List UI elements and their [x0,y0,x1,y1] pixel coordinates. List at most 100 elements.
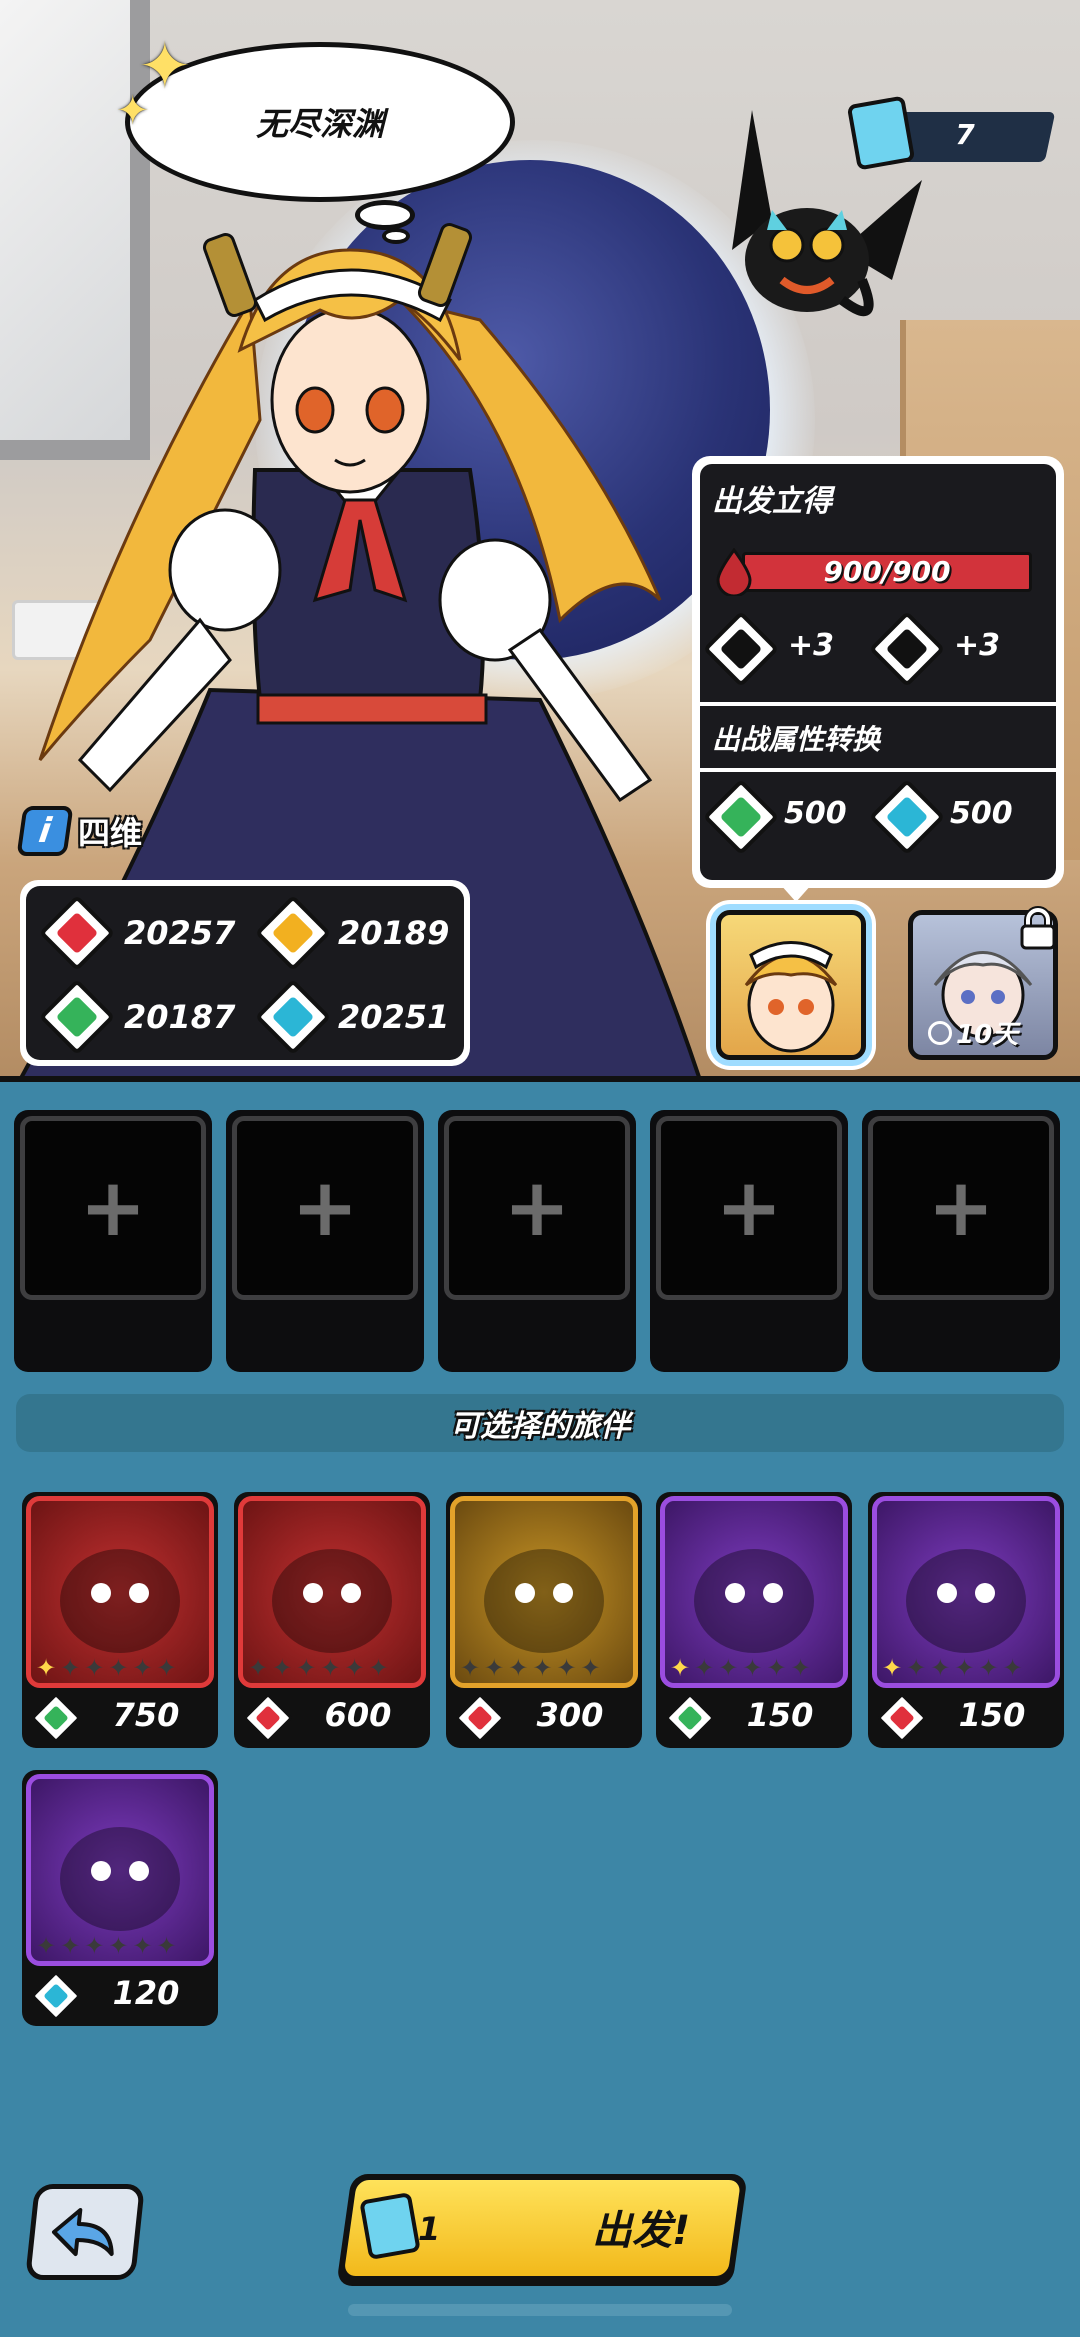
star-icon: ✦ [36,1654,57,1682]
four-dim-label: 四维 [78,814,143,852]
team-slot[interactable]: + [862,1110,1060,1372]
companion-value: 150 [746,1696,814,1734]
depart-label: 出发! [592,2208,691,2254]
clock-icon [928,1020,952,1045]
departure-reward-panel: 出发立得 900/900 +3 +3 出战属性转换 500 500 [692,456,1064,888]
back-arrow-icon [51,2208,114,2256]
star-icon: ✦ [766,1654,787,1682]
companion-card-wolf-beast[interactable]: ✦ ✦ ✦ ✦ ✦ ✦ 150 [868,1492,1064,1748]
star-icon: ✦ [272,1654,293,1682]
star-icon: ✦ [60,1932,81,1960]
cyan-stat-value: 20251 [338,998,450,1036]
add-icon: + [291,1161,359,1254]
star-icon: ✦ [954,1654,975,1682]
add-icon: + [503,1161,571,1254]
star-rating: ✦ ✦ ✦ ✦ ✦ ✦ [666,1654,842,1682]
game-screen: 无尽深渊 ✦ ✦ 7 出发立得 900/900 +3 +3 出战属性转换 500… [0,0,1080,2337]
star-icon: ✦ [60,1654,81,1682]
companion-card-dark-dragon[interactable]: ✦ ✦ ✦ ✦ ✦ ✦ 750 [22,1492,218,1748]
panel-pointer [780,884,812,902]
red-attr-icon [242,1692,294,1744]
companion-card-yellow-mask[interactable]: ✦ ✦ ✦ ✦ ✦ ✦ 300 [446,1492,642,1748]
star-icon: ✦ [670,1654,691,1682]
star-rating: ✦ ✦ ✦ ✦ ✦ ✦ [456,1654,632,1682]
team-slot[interactable]: + [226,1110,424,1372]
star-icon: ✦ [882,1654,903,1682]
four-dim-header: i 四维 [16,806,143,856]
companion-card-green-dragon[interactable]: ✦ ✦ ✦ ✦ ✦ ✦ 600 [234,1492,430,1748]
green-attr-icon [30,1692,82,1744]
hero-scene: 无尽深渊 ✦ ✦ 7 出发立得 900/900 +3 +3 出战属性转换 500… [0,0,1080,1080]
add-icon: + [927,1161,995,1254]
info-icon[interactable]: i [16,806,74,856]
star-rating: ✦ ✦ ✦ ✦ ✦ ✦ [878,1654,1054,1682]
star-icon: ✦ [36,1932,57,1960]
star-rating: ✦ ✦ ✦ ✦ ✦ ✦ [244,1654,420,1682]
green-attr-icon [664,1692,716,1744]
star-icon: ✦ [790,1654,811,1682]
character-select-tohru[interactable] [716,910,866,1060]
star-icon: ✦ [84,1932,105,1960]
star-icon: ✦ [532,1654,553,1682]
slot-frame: + [232,1116,418,1300]
cyan-conversion-value: 500 [950,796,1013,831]
star-icon: ✦ [1002,1654,1023,1682]
ticket-cost: 1 [418,2210,441,2248]
attack-bonus: +3 [788,628,835,663]
star-icon: ✦ [368,1654,389,1682]
sparkle-icon: ✦ [116,88,150,134]
red-attr-icon [454,1692,506,1744]
star-icon: ✦ [556,1654,577,1682]
star-icon: ✦ [156,1654,177,1682]
team-slot[interactable]: + [438,1110,636,1372]
star-icon: ✦ [108,1654,129,1682]
red-attr-icon [876,1692,928,1744]
star-icon: ✦ [580,1654,601,1682]
star-icon: ✦ [742,1654,763,1682]
cyan-attr-icon [30,1970,82,2022]
star-icon: ✦ [132,1932,153,1960]
add-icon: + [715,1161,783,1254]
yellow-stat-value: 20189 [338,914,450,952]
panel-title: 出发立得 [712,484,832,519]
star-icon: ✦ [978,1654,999,1682]
team-slot[interactable]: + [650,1110,848,1372]
lock-icon [1020,906,1056,950]
star-icon: ✦ [248,1654,269,1682]
hp-value: 900/900 [823,555,951,588]
star-icon: ✦ [930,1654,951,1682]
star-icon: ✦ [484,1654,505,1682]
companions-title: 可选择的旅伴 [450,1409,630,1444]
star-icon: ✦ [508,1654,529,1682]
star-icon: ✦ [84,1654,105,1682]
divider [700,768,1056,772]
slot-frame: + [868,1116,1054,1300]
back-button[interactable] [24,2184,146,2280]
star-icon: ✦ [132,1654,153,1682]
green-stat-value: 20187 [124,998,236,1036]
companion-value: 300 [536,1696,604,1734]
star-icon: ✦ [460,1654,481,1682]
star-icon: ✦ [296,1654,317,1682]
bubble-tail-small [382,228,410,244]
conversion-title: 出战属性转换 [712,723,881,756]
companion-card-horn-monster[interactable]: ✦ ✦ ✦ ✦ ✦ ✦ 150 [656,1492,852,1748]
slot-frame: + [656,1116,842,1300]
unlock-timer: 10天 [928,1014,1018,1051]
star-rating: ✦ ✦ ✦ ✦ ✦ ✦ [32,1654,208,1682]
star-icon: ✦ [108,1932,129,1960]
companion-value: 750 [112,1696,180,1734]
green-conversion-value: 500 [784,796,847,831]
red-stat-value: 20257 [124,914,236,952]
star-icon: ✦ [694,1654,715,1682]
timer-text: 10天 [956,1020,1019,1050]
defense-bonus: +3 [954,628,1001,663]
bubble-tail [355,200,415,230]
companion-card-slime-eye[interactable]: ✦ ✦ ✦ ✦ ✦ ✦ 120 [22,1770,218,2026]
companion-value: 150 [958,1696,1026,1734]
tohru-portrait [744,941,838,1053]
add-icon: + [79,1161,147,1254]
star-rating: ✦ ✦ ✦ ✦ ✦ ✦ [32,1932,208,1960]
dungeon-name: 无尽深渊 [255,105,384,143]
team-slot[interactable]: + [14,1110,212,1372]
